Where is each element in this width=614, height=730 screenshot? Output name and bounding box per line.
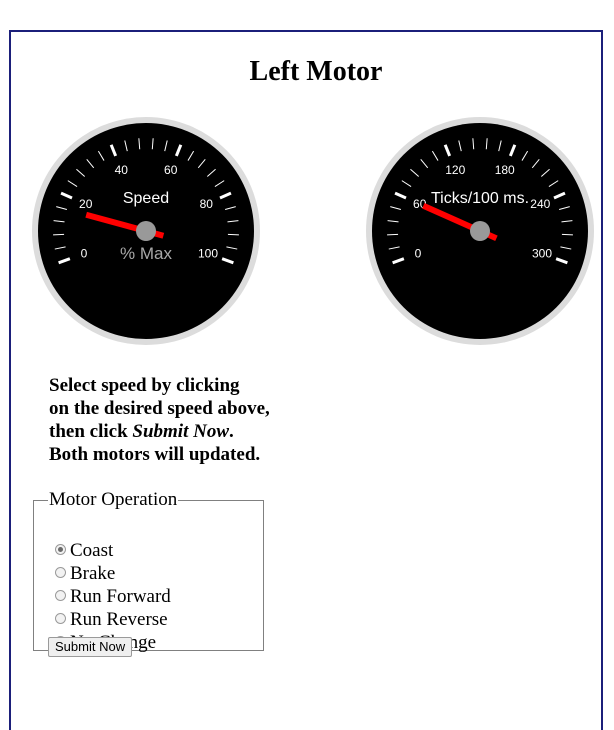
speed-gauge-units: % Max <box>120 244 172 263</box>
radio-option-brake[interactable]: Brake <box>55 563 115 585</box>
radio-label-coast[interactable]: Coast <box>70 540 113 561</box>
radio-coast[interactable] <box>55 544 66 555</box>
instructions-line-3-suffix: . <box>229 421 234 442</box>
speed-gauge-tick-label: 100 <box>198 247 218 261</box>
ticks-gauge-svg[interactable]: 060120180240300Ticks/100 ms. <box>364 115 596 347</box>
ticks-gauge-tick-label: 120 <box>445 163 465 177</box>
instructions-line-2: on the desired speed above, <box>49 397 270 420</box>
page-title: Left Motor <box>0 56 614 88</box>
ticks-gauge-hub <box>470 221 490 241</box>
speed-gauge-tick-label: 60 <box>164 163 178 177</box>
speed-gauge-svg[interactable]: 0 20 40 60 80 100 Speed % Max <box>30 115 262 347</box>
speed-gauge-tick-label: 20 <box>79 197 93 211</box>
submit-now-button[interactable]: Submit Now <box>48 637 132 657</box>
speed-gauge-title: Speed <box>123 190 169 207</box>
speed-gauge-tick-label: 0 <box>81 247 88 261</box>
radio-brake[interactable] <box>55 567 66 578</box>
speed-gauge-hub <box>136 221 156 241</box>
radio-option-run-forward[interactable]: Run Forward <box>55 586 171 608</box>
ticks-gauge-tick-label: 0 <box>415 247 422 261</box>
speed-gauge-tick-label: 40 <box>115 163 129 177</box>
motor-operation-fieldset: Motor Operation Coast Brake Run Forward … <box>33 489 264 651</box>
radio-run-forward[interactable] <box>55 590 66 601</box>
radio-option-run-reverse[interactable]: Run Reverse <box>55 609 168 631</box>
ticks-gauge[interactable]: 060120180240300Ticks/100 ms. <box>364 115 596 347</box>
instructions-line-1: Select speed by clicking <box>49 374 270 397</box>
speed-gauge[interactable]: 0 20 40 60 80 100 Speed % Max <box>30 115 262 347</box>
radio-label-run-forward[interactable]: Run Forward <box>70 586 171 607</box>
radio-option-coast[interactable]: Coast <box>55 540 113 562</box>
instructions-line-4: Both motors will updated. <box>49 443 270 466</box>
radio-label-brake[interactable]: Brake <box>70 563 115 584</box>
instructions-line-3: then click Submit Now. <box>49 420 270 443</box>
instructions-submit-now-emphasis: Submit Now <box>132 421 229 442</box>
radio-label-run-reverse[interactable]: Run Reverse <box>70 609 168 630</box>
ticks-gauge-tick-label: 180 <box>495 163 515 177</box>
speed-gauge-tick-label: 80 <box>200 197 214 211</box>
ticks-gauge-tick-label: 300 <box>532 247 552 261</box>
ticks-gauge-tick-label: 240 <box>530 197 550 211</box>
motor-operation-legend: Motor Operation <box>48 489 178 511</box>
radio-run-reverse[interactable] <box>55 613 66 624</box>
instructions-text: Select speed by clicking on the desired … <box>49 374 270 466</box>
ticks-gauge-title: Ticks/100 ms. <box>431 190 529 207</box>
instructions-line-3-prefix: then click <box>49 421 132 442</box>
